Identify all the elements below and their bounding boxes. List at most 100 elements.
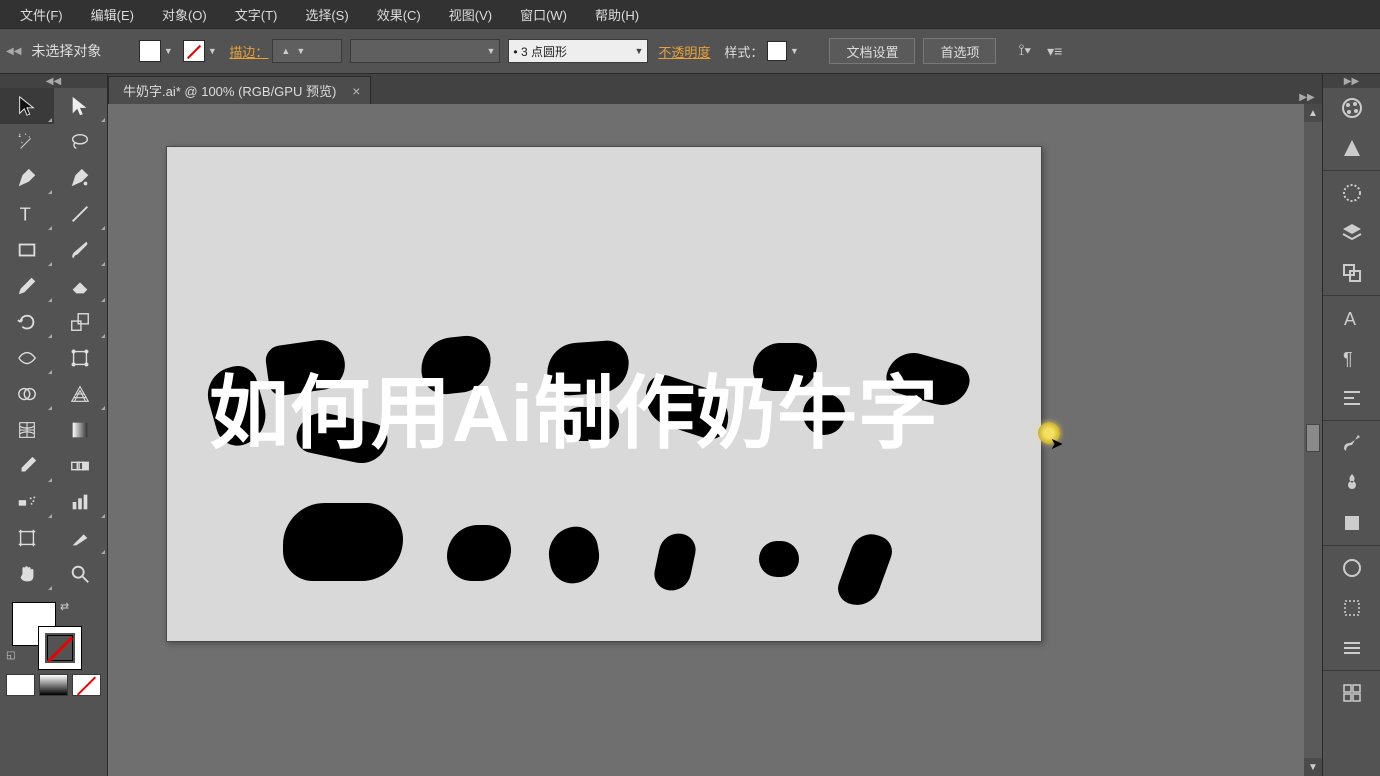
fill-swatch[interactable] (139, 40, 161, 62)
document-tabbar: 牛奶字.ai* @ 100% (RGB/GPU 预览) × ▶▶ (108, 74, 1322, 104)
color-mode-none[interactable] (72, 674, 101, 696)
stroke-panel-icon[interactable] (1332, 173, 1372, 213)
shape-builder-tool[interactable] (0, 376, 54, 412)
document-setup-button[interactable]: 文档设置 (829, 38, 915, 64)
mesh-tool[interactable] (0, 412, 54, 448)
width-tool[interactable] (0, 340, 54, 376)
paintbrush-tool[interactable] (54, 232, 108, 268)
menu-effect[interactable]: 效果(C) (363, 5, 435, 24)
selection-status: 未选择对象 (31, 41, 101, 61)
layers-panel-icon[interactable] (1332, 213, 1372, 253)
color-mode-solid[interactable] (6, 674, 35, 696)
style-dropdown-icon[interactable]: ▼ (787, 40, 801, 62)
opacity-label[interactable]: 不透明度 (658, 42, 710, 61)
appearance-panel-icon[interactable] (1332, 548, 1372, 588)
svg-text:T: T (19, 203, 30, 224)
menu-object[interactable]: 对象(O) (148, 5, 221, 24)
expand-left-icon[interactable]: ◀◀ (6, 46, 21, 57)
scroll-down-icon[interactable]: ▼ (1304, 758, 1322, 776)
stroke-label[interactable]: 描边： (229, 42, 268, 61)
paragraph-panel-icon[interactable]: ¶ (1332, 338, 1372, 378)
blend-tool[interactable] (54, 448, 108, 484)
selection-tool[interactable] (0, 88, 54, 124)
magic-wand-tool[interactable] (0, 124, 54, 160)
menu-select[interactable]: 选择(S) (291, 5, 362, 24)
default-fill-stroke-icon[interactable]: ◱ (6, 650, 15, 661)
symbols-panel-icon[interactable] (1332, 463, 1372, 503)
slice-tool[interactable] (54, 520, 108, 556)
lasso-tool[interactable] (54, 124, 108, 160)
zoom-tool[interactable] (54, 556, 108, 592)
perspective-grid-tool[interactable] (54, 376, 108, 412)
stroke-dropdown-icon[interactable]: ▼ (205, 40, 219, 62)
close-tab-icon[interactable]: × (352, 83, 360, 99)
hand-tool[interactable] (0, 556, 54, 592)
line-tool[interactable] (54, 196, 108, 232)
document-tab-title: 牛奶字.ai* @ 100% (RGB/GPU 预览) (123, 81, 336, 100)
preferences-button[interactable]: 首选项 (923, 38, 996, 64)
free-transform-tool[interactable] (54, 340, 108, 376)
symbol-sprayer-tool[interactable] (0, 484, 54, 520)
style-swatch[interactable] (767, 41, 787, 61)
align-panel-icon[interactable] (1332, 378, 1372, 418)
stroke-color-box[interactable] (38, 626, 82, 670)
stroke-weight-dropdown[interactable]: ▲▼ (272, 39, 342, 63)
blob-shape[interactable] (545, 523, 604, 587)
swatches-panel-icon[interactable] (1332, 503, 1372, 543)
eyedropper-tool[interactable] (0, 448, 54, 484)
stroke-swatch[interactable] (183, 40, 205, 62)
pen-tool[interactable] (0, 160, 54, 196)
rectangle-tool[interactable] (0, 232, 54, 268)
scale-tool[interactable] (54, 304, 108, 340)
right-panel-dock: ▶▶ A ¶ (1322, 74, 1380, 776)
curvature-tool[interactable] (54, 160, 108, 196)
color-mode-gradient[interactable] (39, 674, 68, 696)
dash-dropdown[interactable]: • 3 点圆形▼ (508, 39, 648, 63)
menu-edit[interactable]: 编辑(E) (77, 5, 148, 24)
color-panel-icon[interactable] (1332, 88, 1372, 128)
right-dock-collapse-icon[interactable]: ▶▶ (1323, 74, 1380, 88)
artboard[interactable]: 如何用Ai制作奶牛字 (166, 146, 1042, 642)
blob-shape[interactable] (651, 530, 698, 594)
fill-dropdown-icon[interactable]: ▼ (161, 40, 175, 62)
panel-menu-icon[interactable]: ▾≡ (1047, 43, 1062, 60)
toolbox: ◀◀ T (0, 74, 108, 776)
artboard-tool[interactable] (0, 520, 54, 556)
scroll-thumb[interactable] (1306, 424, 1320, 452)
scroll-up-icon[interactable]: ▲ (1304, 104, 1322, 122)
toolbox-collapse-icon[interactable]: ◀◀ (0, 74, 107, 88)
align-icon[interactable]: ⟟▾ (1018, 42, 1031, 60)
transform-panel-icon[interactable] (1332, 588, 1372, 628)
eraser-tool[interactable] (54, 268, 108, 304)
rotate-tool[interactable] (0, 304, 54, 340)
blob-shape[interactable] (759, 541, 799, 577)
canvas-viewport[interactable]: 如何用Ai制作奶牛字 ➤ ▲ ▼ (108, 104, 1322, 776)
right-panel-collapse-icon[interactable]: ▶▶ (1292, 90, 1322, 104)
blob-shape[interactable] (283, 503, 403, 581)
artboard-title-text[interactable]: 如何用Ai制作奶牛字 (209, 349, 939, 465)
grid-panel-icon[interactable] (1332, 673, 1372, 713)
blob-shape[interactable] (834, 528, 897, 611)
menu-window[interactable]: 窗口(W) (506, 5, 581, 24)
pathfinder-panel-icon[interactable] (1332, 628, 1372, 668)
character-panel-icon[interactable]: A (1332, 298, 1372, 338)
vertical-scrollbar[interactable]: ▲ ▼ (1304, 104, 1322, 776)
workspace: ◀◀ T (0, 74, 1380, 776)
direct-selection-tool[interactable] (54, 88, 108, 124)
color-guide-panel-icon[interactable] (1332, 128, 1372, 168)
document-tab[interactable]: 牛奶字.ai* @ 100% (RGB/GPU 预览) × (108, 76, 371, 104)
swap-fill-stroke-icon[interactable]: ⇄ (60, 600, 69, 613)
menu-file[interactable]: 文件(F) (6, 5, 77, 24)
menu-view[interactable]: 视图(V) (435, 5, 506, 24)
brushes-panel-icon[interactable] (1332, 423, 1372, 463)
menu-help[interactable]: 帮助(H) (581, 5, 653, 24)
menu-type[interactable]: 文字(T) (221, 5, 292, 24)
artboards-panel-icon[interactable] (1332, 253, 1372, 293)
type-tool[interactable]: T (0, 196, 54, 232)
gradient-tool[interactable] (54, 412, 108, 448)
pencil-tool[interactable] (0, 268, 54, 304)
fill-stroke-indicator[interactable]: ⇄ ◱ (0, 596, 107, 674)
column-graph-tool[interactable] (54, 484, 108, 520)
brush-dropdown[interactable]: ▼ (350, 39, 500, 63)
blob-shape[interactable] (447, 525, 511, 581)
